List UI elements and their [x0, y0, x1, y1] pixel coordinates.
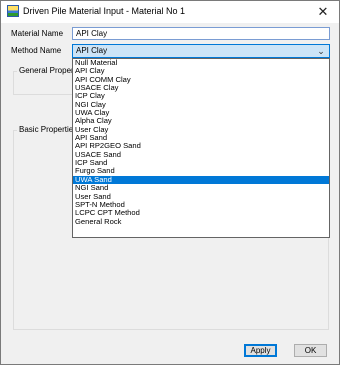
dropdown-item[interactable]: NGI Clay — [73, 100, 329, 109]
dropdown-item[interactable]: USACE Sand — [73, 150, 329, 159]
title-bar: Driven Pile Material Input - Material No… — [1, 1, 339, 23]
dialog-window: Driven Pile Material Input - Material No… — [0, 0, 340, 365]
method-dropdown-list[interactable]: Null Material API Clay API COMM Clay USACE … — [72, 58, 330, 238]
method-name-value: API Clay — [76, 46, 108, 55]
dropdown-item[interactable]: NGI Sand — [73, 183, 329, 192]
dropdown-items: Null Material API Clay API COMM Clay USACE … — [73, 59, 329, 226]
close-button[interactable]: ✕ — [307, 1, 339, 23]
material-name-input[interactable]: API Clay — [72, 27, 330, 40]
dropdown-item[interactable]: User Clay — [73, 125, 329, 134]
dropdown-item[interactable]: General Rock — [73, 217, 329, 226]
window-title: Driven Pile Material Input - Material No… — [23, 6, 186, 16]
chevron-down-icon[interactable]: ⌄ — [315, 45, 327, 57]
dropdown-item[interactable]: USACE Clay — [73, 83, 329, 92]
dropdown-item[interactable]: Alpha Clay — [73, 117, 329, 126]
basic-properties-label: Basic Properties — [17, 125, 80, 134]
dropdown-item[interactable]: Null Material — [73, 59, 329, 67]
dropdown-item[interactable]: UWA Sand — [73, 175, 329, 185]
app-icon — [7, 5, 19, 17]
dropdown-item[interactable]: ICP Clay — [73, 92, 329, 101]
ok-button[interactable]: OK — [294, 344, 327, 357]
method-name-select[interactable]: API Clay ⌄ — [72, 44, 330, 58]
method-name-label: Method Name — [11, 46, 62, 55]
material-name-label: Material Name — [11, 29, 64, 38]
apply-button[interactable]: Apply — [244, 344, 277, 357]
